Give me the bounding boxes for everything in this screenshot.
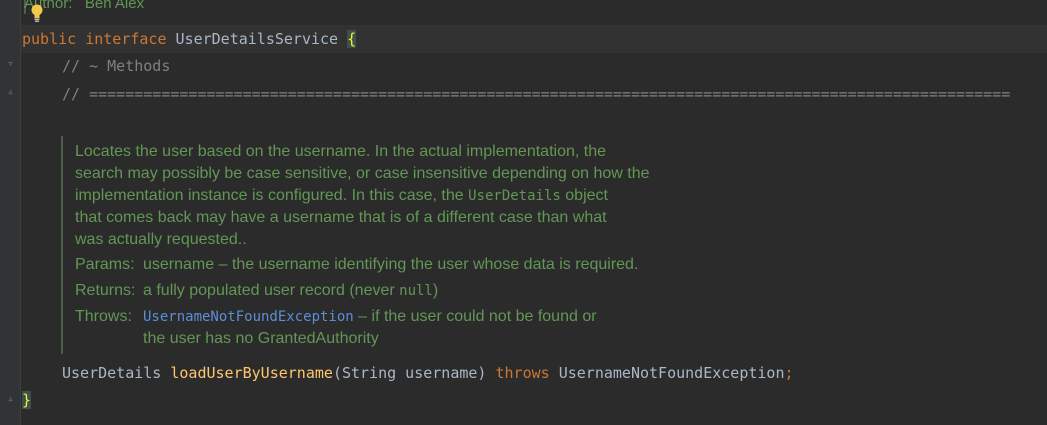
params-text: username – the username identifying the …: [143, 256, 639, 273]
returns-code: null: [399, 283, 433, 299]
exception-link[interactable]: UsernameNotFoundException: [143, 309, 354, 325]
comment-methods-line[interactable]: // ~ Methods: [62, 52, 170, 80]
method-name: loadUserByUsername: [170, 364, 333, 382]
semicolon: ;: [784, 364, 794, 382]
javadoc-line: search may possibly be case sensitive, o…: [75, 165, 650, 182]
javadoc-line: was actually requested..: [75, 231, 247, 248]
returns-text: a fully populated user record (never: [143, 282, 400, 299]
fold-end-icon[interactable]: ▵: [6, 86, 15, 98]
author-name: Ben Alex: [84, 0, 145, 12]
javadoc-description: Locates the user based on the username. …: [75, 141, 695, 251]
closing-brace-line[interactable]: }: [22, 386, 32, 414]
open-brace: {: [347, 30, 357, 48]
javadoc-line-text: object: [560, 187, 608, 204]
keyword-public: public: [22, 30, 77, 48]
interface-declaration-line[interactable]: public interface UserDetailsService {: [22, 25, 357, 53]
params-label: Params:: [75, 256, 135, 273]
method-params: (String username): [332, 364, 487, 382]
method-declaration-line[interactable]: UserDetails loadUserByUsername(String us…: [62, 359, 794, 387]
throws-text: – if the user could not be found or: [353, 308, 597, 325]
comment-separator-line[interactable]: // =====================================…: [62, 80, 1010, 108]
javadoc-line-text: implementation instance is configured. I…: [75, 187, 469, 204]
javadoc-line: implementation instance is configured. I…: [75, 185, 695, 207]
javadoc-line: Locates the user based on the username. …: [75, 143, 606, 160]
close-brace: }: [22, 391, 32, 409]
interface-name: UserDetailsService: [175, 30, 339, 48]
fold-end-icon[interactable]: ▵: [6, 393, 15, 405]
exception-type: UsernameNotFoundException: [558, 364, 785, 382]
throws-label: Throws:: [75, 308, 132, 325]
keyword-interface: interface: [85, 30, 167, 48]
javadoc-throws-row: Throws: UsernameNotFoundException – if th…: [75, 306, 597, 328]
keyword-throws: throws: [495, 364, 550, 382]
javadoc-params-row: Params: username – the username identifyi…: [75, 254, 638, 276]
javadoc-code-reference: UserDetails: [468, 188, 561, 204]
fold-collapse-icon[interactable]: ▿: [6, 58, 15, 70]
javadoc-throws-continuation: the user has no GrantedAuthority: [143, 330, 379, 347]
returns-label: Returns:: [75, 282, 136, 299]
lightbulb-icon[interactable]: [30, 3, 44, 23]
return-type: UserDetails: [62, 364, 162, 382]
javadoc-returns-row: Returns: a fully populated user record (n…: [75, 280, 438, 302]
returns-text-end: ): [432, 282, 439, 299]
gutter-divider: [20, 0, 21, 425]
javadoc-line: that comes back may have a username that…: [75, 209, 607, 226]
